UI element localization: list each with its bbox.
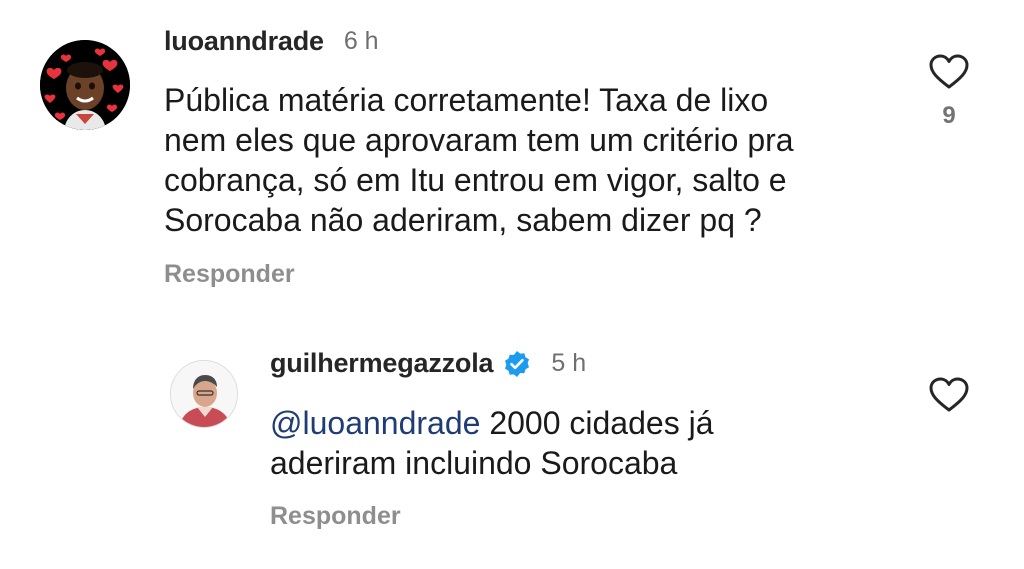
comment-1: luoanndrade 6 h Pública matéria corretam… (0, 0, 1024, 300)
comment-text-line: nem eles que aprovaram tem um critério p… (164, 122, 794, 158)
profile-photo-avatar-icon (171, 361, 237, 427)
timestamp: 5 h (551, 349, 587, 377)
memoji-hearts-avatar-icon (40, 40, 130, 130)
comment-text-line: cobrança, só em Itu entrou em vigor, sal… (164, 162, 787, 198)
like-button[interactable] (929, 54, 969, 90)
heart-outline-icon (929, 54, 969, 89)
username[interactable]: luoanndrade (164, 26, 324, 57)
comment-text-line: @luoanndrade 2000 cidades já (270, 403, 890, 443)
comment-text: @luoanndrade 2000 cidades já aderiram in… (270, 403, 890, 483)
comment-2-header: guilhermegazzola 5 h (270, 348, 586, 379)
comment-text-line: aderiram incluindo Sorocaba (270, 445, 678, 481)
like-button[interactable] (929, 377, 969, 413)
reply-button[interactable]: Responder (164, 260, 295, 289)
verified-badge-icon (503, 350, 531, 378)
comment-1-header: luoanndrade 6 h (164, 26, 379, 57)
heart-outline-icon (929, 377, 969, 412)
comment-2-reply: guilhermegazzola 5 h @luoanndrade 2000 c… (0, 330, 1024, 569)
comment-text-line: Sorocaba não aderiram, sabem dizer pq ? (164, 202, 762, 238)
comment-text-segment: 2000 cidades já (480, 405, 714, 441)
reply-button[interactable]: Responder (270, 502, 401, 531)
avatar-luoanndrade[interactable] (40, 40, 130, 130)
avatar-guilhermegazzola[interactable] (170, 360, 238, 428)
timestamp: 6 h (343, 27, 379, 55)
mention-link[interactable]: @luoanndrade (270, 405, 480, 441)
like-count: 9 (942, 102, 956, 129)
username[interactable]: guilhermegazzola (270, 348, 494, 379)
comment-text: Pública matéria corretamente! Taxa de li… (164, 80, 884, 240)
comment-text-line: Pública matéria corretamente! Taxa de li… (164, 82, 769, 118)
